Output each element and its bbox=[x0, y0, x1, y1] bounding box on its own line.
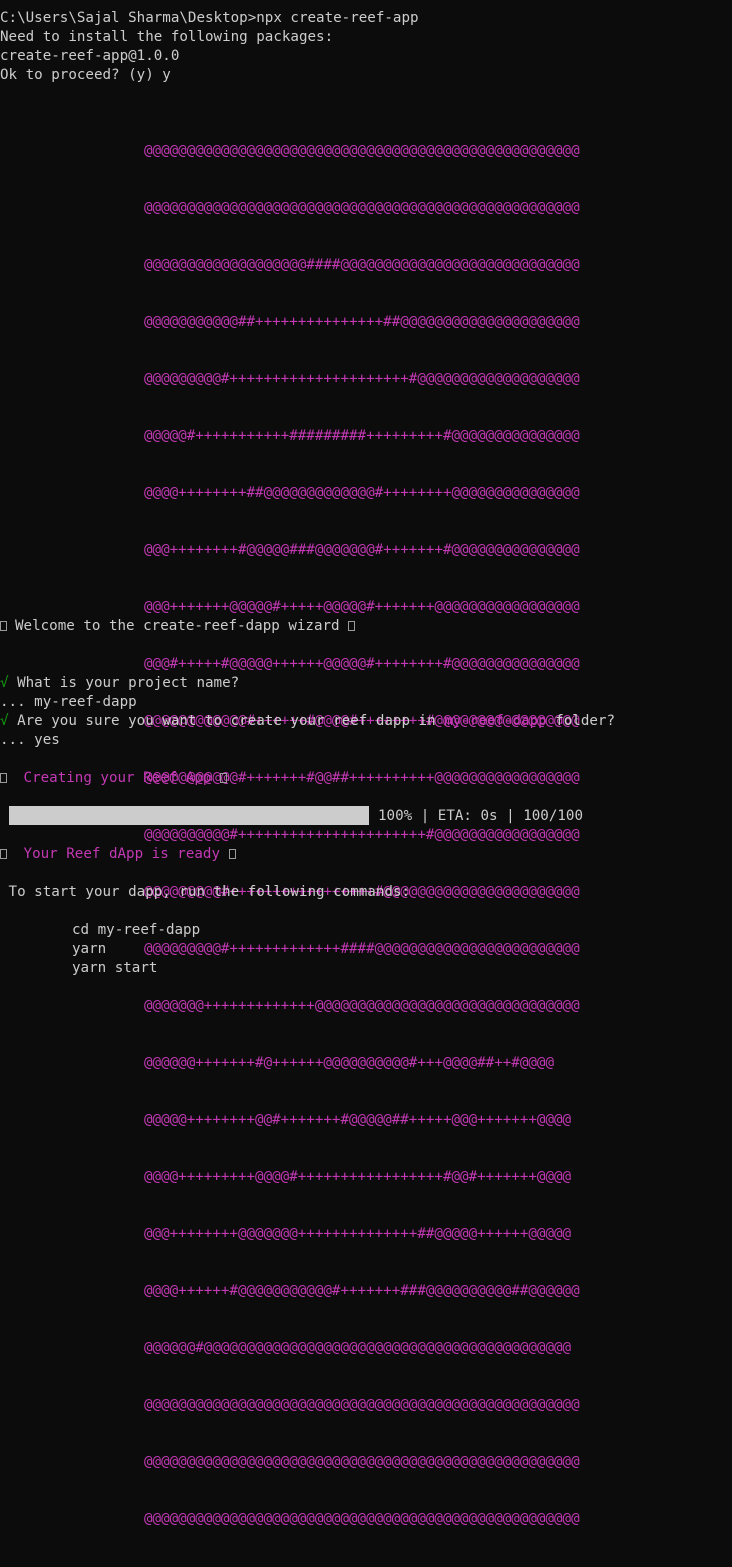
progress-bar-fill bbox=[9, 806, 369, 825]
ascii-row: @@@@@@@@@@@@@@@@@@@####@@@@@@@@@@@@@@@@@… bbox=[144, 257, 580, 273]
ascii-row: @@@@@@@@@@@@@@@@@@@@@@@@@@@@@@@@@@@@@@@@… bbox=[144, 200, 580, 216]
missing-glyph-icon bbox=[0, 621, 7, 631]
ascii-row: @@@@++++++++##@@@@@@@@@@@@@#++++++++@@@@… bbox=[144, 485, 580, 501]
ascii-row: @@@++++++++#@@@@@###@@@@@@@#+++++++#@@@@… bbox=[144, 542, 580, 558]
command-line: C:\Users\Sajal Sharma\Desktop>npx create… bbox=[0, 10, 419, 26]
ascii-row: @@@@+++++++++@@@@#+++++++++++++++++#@@#+… bbox=[144, 1169, 572, 1185]
command-yarn: yarn bbox=[72, 941, 107, 957]
welcome-text: Welcome to the create-reef-dapp wizard bbox=[15, 618, 340, 634]
progress-status: 100% | ETA: 0s | 100/100 bbox=[378, 808, 583, 824]
ascii-row: @@@@@@@@@@@@@@@@@@@@@@@@@@@@@@@@@@@@@@@@… bbox=[144, 143, 580, 159]
missing-glyph-icon bbox=[0, 773, 7, 783]
question-project-name: √ What is your project name? bbox=[0, 674, 239, 693]
question-confirm-folder: √ Are you sure you want to create your r… bbox=[0, 712, 615, 731]
question-text-tail: folder? bbox=[546, 713, 616, 729]
missing-glyph-icon bbox=[220, 773, 228, 783]
answer-confirm-folder: ... yes bbox=[0, 732, 60, 748]
ascii-row: @@@@@@@@@@@@@@@@@@@@@@@@@@@@@@@@@@@@@@@@… bbox=[144, 1397, 580, 1413]
command-yarn-start: yarn start bbox=[72, 960, 158, 976]
ascii-row: @@@@@@@@@@@@@@@@@@@@@@@@@@@@@@@@@@@@@@@@… bbox=[144, 1511, 580, 1527]
folder-name: my-reef-dapp bbox=[444, 713, 547, 729]
instructions-text: To start your dapp, run the following co… bbox=[0, 884, 410, 900]
check-icon: √ bbox=[0, 675, 9, 691]
answer-project-name: ... my-reef-dapp bbox=[0, 694, 137, 710]
creating-text: Creating your Reef App bbox=[23, 770, 212, 786]
command-cd: cd my-reef-dapp bbox=[72, 922, 201, 938]
ready-line: Your Reef dApp is ready bbox=[0, 845, 236, 864]
question-text: Are you sure you want to create your ree… bbox=[17, 713, 445, 729]
ascii-row: @@@@@@@@@#+++++++++++++####@@@@@@@@@@@@@… bbox=[144, 941, 580, 957]
ascii-row: @@@@@++++++++@@#+++++++#@@@@@##+++++@@@+… bbox=[144, 1112, 572, 1128]
missing-glyph-icon bbox=[228, 849, 236, 859]
ascii-row: @@@@@@#@@@@@@@@@@@@@@@@@@@@@@@@@@@@@@@@@… bbox=[144, 1340, 572, 1356]
ascii-row: @@@#+++++#@@@@@++++++@@@@@#++++++++#@@@@… bbox=[144, 656, 580, 672]
ascii-row: @@@@@@+++++++#@++++++@@@@@@@@@@#+++@@@@#… bbox=[144, 1055, 554, 1071]
reef-ascii-logo: @@@@@@@@@@@@@@@@@@@@@@@@@@@@@@@@@@@@@@@@… bbox=[144, 104, 580, 1567]
ascii-row: @@@@@@@@@@@##+++++++++++++++##@@@@@@@@@@… bbox=[144, 314, 580, 330]
ascii-row: @@@@@@@+++++++++++++@@@@@@@@@@@@@@@@@@@@… bbox=[144, 998, 580, 1014]
progress-bar bbox=[9, 806, 369, 825]
proceed-prompt: Ok to proceed? (y) y bbox=[0, 67, 171, 83]
welcome-line: Welcome to the create-reef-dapp wizard bbox=[0, 617, 356, 636]
ascii-row: @@@@@@@@@#+++++++++++++++++++++#@@@@@@@@… bbox=[144, 371, 580, 387]
ascii-row: @@@@@@@@@@@@@@@@@@@@@@@@@@@@@@@@@@@@@@@@… bbox=[144, 1454, 580, 1470]
ready-text: Your Reef dApp is ready bbox=[23, 846, 221, 862]
install-notice: Need to install the following packages: bbox=[0, 29, 334, 45]
ascii-row: @@@++++++++@@@@@@@++++++++++++++##@@@@@+… bbox=[144, 1226, 572, 1242]
ascii-row: @@@+++++++@@@@@#+++++@@@@@#+++++++@@@@@@… bbox=[144, 599, 580, 615]
question-text: What is your project name? bbox=[17, 675, 240, 691]
package-name: create-reef-app@1.0.0 bbox=[0, 48, 180, 64]
missing-glyph-icon bbox=[348, 621, 356, 631]
check-icon: √ bbox=[0, 713, 9, 729]
missing-glyph-icon bbox=[0, 849, 7, 859]
ascii-row: @@@@++++++#@@@@@@@@@@@#+++++++###@@@@@@@… bbox=[144, 1283, 580, 1299]
ascii-row: @@@@@#+++++++++++#########+++++++++#@@@@… bbox=[144, 428, 580, 444]
ascii-row: @@@@@@@@@@#++++++++++++++++++++++#@@@@@@… bbox=[144, 827, 580, 843]
creating-line: Creating your Reef App bbox=[0, 769, 228, 788]
